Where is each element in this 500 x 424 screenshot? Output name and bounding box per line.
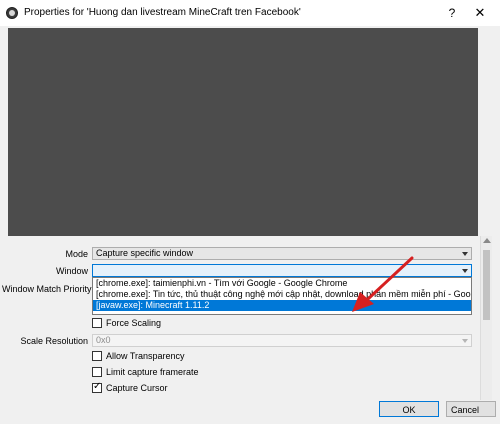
- title-bar: Properties for 'Huong dan livestream Min…: [0, 0, 500, 26]
- window-match-priority-label: Window Match Priority: [2, 284, 92, 294]
- chevron-down-icon: [462, 252, 468, 256]
- ok-button[interactable]: OK: [379, 401, 439, 417]
- properties-scrollbar[interactable]: [480, 236, 492, 400]
- mode-label: Mode: [65, 249, 88, 259]
- scale-resolution-value: 0x0: [96, 335, 111, 345]
- mode-select[interactable]: Capture specific window: [92, 247, 472, 260]
- window-option-chrome-2[interactable]: [chrome.exe]: Tin tức, thủ thuật công ng…: [93, 289, 471, 300]
- window-label: Window: [55, 266, 88, 276]
- close-button[interactable]: ✕: [472, 5, 488, 21]
- window-option-minecraft[interactable]: [javaw.exe]: Minecraft 1.11.2: [93, 300, 471, 311]
- mode-value: Capture specific window: [96, 248, 194, 258]
- capture-cursor-label: Capture Cursor: [106, 383, 168, 393]
- obs-app-icon: [6, 7, 18, 19]
- allow-transparency-label: Allow Transparency: [106, 351, 185, 361]
- allow-transparency-checkbox[interactable]: [92, 351, 102, 361]
- limit-framerate-label: Limit capture framerate: [106, 367, 199, 377]
- scale-resolution-select[interactable]: 0x0: [92, 334, 472, 347]
- force-scaling-checkbox[interactable]: [92, 318, 102, 328]
- chevron-down-icon: [462, 339, 468, 343]
- force-scaling-label: Force Scaling: [106, 318, 162, 328]
- window-select[interactable]: [92, 264, 472, 277]
- window-title: Properties for 'Huong dan livestream Min…: [24, 7, 301, 18]
- scale-resolution-label: Scale Resolution: [20, 336, 88, 346]
- capture-cursor-checkbox[interactable]: [92, 381, 102, 393]
- window-dropdown-list[interactable]: [chrome.exe]: taimienphi.vn - Tìm với Go…: [92, 277, 472, 315]
- cancel-button[interactable]: Cancel: [446, 401, 496, 417]
- limit-framerate-checkbox[interactable]: [92, 367, 102, 377]
- window-option-chrome-1[interactable]: [chrome.exe]: taimienphi.vn - Tìm với Go…: [93, 278, 471, 289]
- help-button[interactable]: ?: [444, 5, 460, 21]
- source-preview: [8, 28, 478, 236]
- scrollbar-thumb[interactable]: [483, 250, 490, 320]
- chevron-down-icon: [462, 269, 468, 273]
- scroll-up-icon[interactable]: [483, 238, 491, 243]
